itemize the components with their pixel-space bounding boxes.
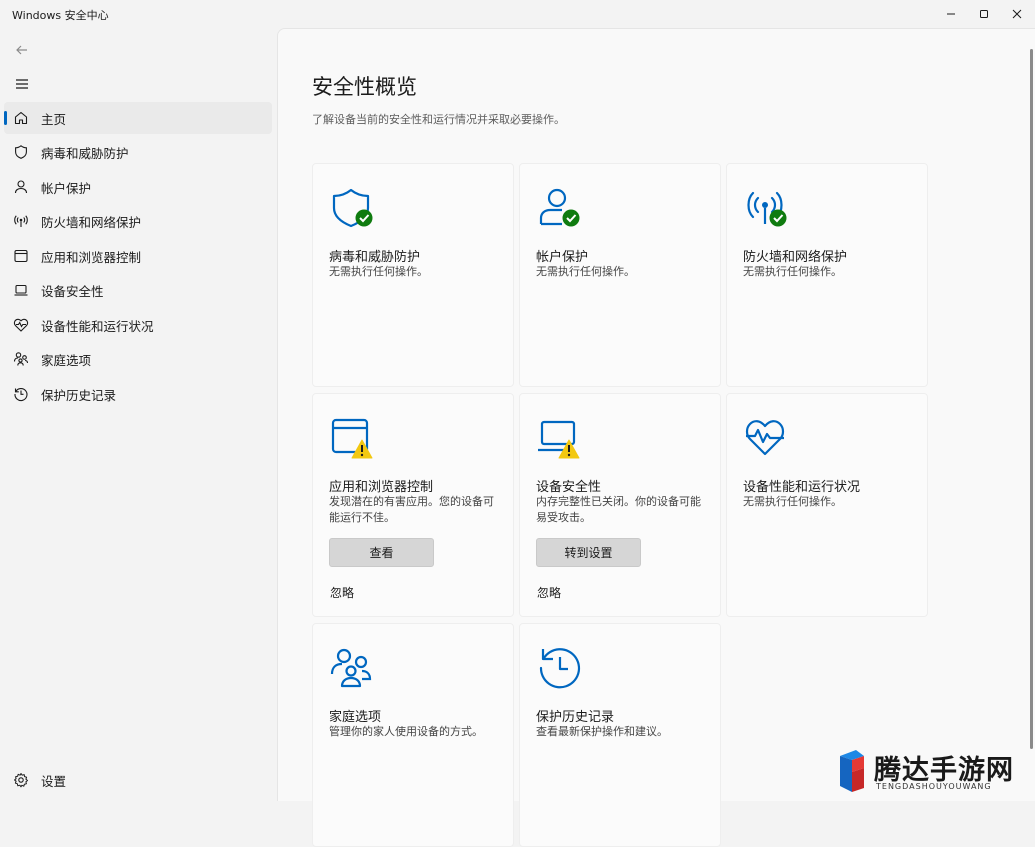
card-description: 无需执行任何操作。	[536, 265, 635, 278]
card-title: 设备性能和运行状况	[743, 480, 861, 495]
sidebar-item-label: 设备安全性	[41, 283, 104, 299]
family-icon	[13, 351, 29, 367]
card-title: 设备安全性	[536, 480, 602, 495]
card-firewall[interactable]: 防火墙和网络保护 无需执行任何操作。	[726, 163, 928, 387]
sidebar-item-label: 保护历史记录	[41, 387, 117, 403]
window-title: Windows 安全中心	[12, 9, 109, 22]
card-account-protection[interactable]: 帐户保护 无需执行任何操作。	[519, 163, 721, 387]
card-app-browser-control[interactable]: 应用和浏览器控制 发现潜在的有害应用。您的设备可能运行不佳。 查看 忽略	[312, 393, 514, 617]
back-arrow-icon	[16, 45, 27, 55]
card-title: 保护历史记录	[536, 710, 615, 725]
card-title: 防火墙和网络保护	[743, 250, 848, 265]
sidebar-item-label: 设置	[41, 773, 67, 789]
sidebar-item-account-protection[interactable]: 帐户保护	[4, 171, 272, 203]
sidebar-item-home[interactable]: 主页	[4, 102, 272, 134]
maximize-icon	[980, 10, 988, 18]
history-icon	[536, 644, 584, 692]
card-description: 无需执行任何操作。	[743, 265, 842, 278]
app-window-icon	[13, 248, 29, 264]
dismiss-link[interactable]: 忽略	[330, 584, 354, 601]
wireless-icon	[13, 213, 29, 229]
wireless-check-icon	[743, 184, 791, 232]
sidebar-item-firewall[interactable]: 防火墙和网络保护	[4, 205, 272, 237]
hamburger-icon	[16, 79, 28, 89]
close-icon	[1012, 9, 1022, 19]
sidebar-item-app-browser-control[interactable]: 应用和浏览器控制	[4, 240, 272, 272]
dismiss-link[interactable]: 忽略	[537, 584, 561, 601]
card-title: 帐户保护	[536, 250, 589, 265]
sidebar: 主页 病毒和威胁防护 帐户保护 防火墙和网络保护 应用和浏览器控制 设备安全性	[0, 28, 276, 800]
sidebar-item-label: 家庭选项	[41, 352, 92, 368]
watermark-logo-icon	[834, 748, 870, 794]
watermark-subtext: TENGDASHOUYOUWANG	[876, 782, 992, 791]
person-check-icon	[536, 184, 584, 232]
card-protection-history[interactable]: 保护历史记录 查看最新保护操作和建议。	[519, 623, 721, 847]
card-title: 病毒和威胁防护	[329, 250, 421, 265]
card-device-performance[interactable]: 设备性能和运行状况 无需执行任何操作。	[726, 393, 928, 617]
title-bar: Windows 安全中心	[0, 0, 1035, 28]
main-content: 安全性概览 了解设备当前的安全性和运行情况并采取必要操作。 病毒和威胁防护 无需…	[277, 28, 1035, 847]
menu-button[interactable]	[8, 74, 36, 94]
card-description: 无需执行任何操作。	[329, 265, 428, 278]
sidebar-item-settings[interactable]: 设置	[4, 764, 272, 796]
heart-pulse-icon	[13, 317, 29, 333]
laptop-icon	[13, 282, 29, 298]
minimize-button[interactable]	[933, 0, 969, 28]
maximize-button[interactable]	[966, 0, 1002, 28]
family-icon	[329, 644, 377, 692]
shield-icon	[13, 144, 29, 160]
go-to-settings-button[interactable]: 转到设置	[536, 538, 641, 567]
watermark: 腾达手游网 TENGDASHOUYOUWANG	[828, 744, 1035, 800]
card-description: 无需执行任何操作。	[743, 495, 842, 508]
card-title: 应用和浏览器控制	[329, 480, 434, 495]
sidebar-item-label: 设备性能和运行状况	[41, 318, 154, 334]
sidebar-item-label: 主页	[41, 111, 67, 127]
card-device-security[interactable]: 设备安全性 内存完整性已关闭。你的设备可能易受攻击。 转到设置 忽略	[519, 393, 721, 617]
gear-icon	[13, 772, 29, 788]
close-button[interactable]	[999, 0, 1035, 28]
card-description: 管理你的家人使用设备的方式。	[329, 725, 483, 738]
page-title: 安全性概览	[312, 75, 417, 99]
minimize-icon	[947, 13, 955, 15]
card-description: 查看最新保护操作和建议。	[536, 725, 668, 738]
card-title: 家庭选项	[329, 710, 382, 725]
sidebar-item-family-options[interactable]: 家庭选项	[4, 343, 272, 375]
laptop-warning-icon	[536, 414, 584, 462]
view-button[interactable]: 查看	[329, 538, 434, 567]
sidebar-item-virus-protection[interactable]: 病毒和威胁防护	[4, 136, 272, 168]
sidebar-item-device-performance[interactable]: 设备性能和运行状况	[4, 309, 272, 341]
shield-check-icon	[329, 184, 377, 232]
card-description: 发现潜在的有害应用。您的设备可能运行不佳。	[329, 495, 494, 524]
scrollbar[interactable]	[1030, 49, 1033, 749]
sidebar-item-device-security[interactable]: 设备安全性	[4, 274, 272, 306]
back-button[interactable]	[8, 40, 36, 60]
person-icon	[13, 179, 29, 195]
sidebar-item-label: 帐户保护	[41, 180, 92, 196]
history-icon	[13, 386, 29, 402]
card-family-options[interactable]: 家庭选项 管理你的家人使用设备的方式。	[312, 623, 514, 847]
sidebar-item-label: 应用和浏览器控制	[41, 249, 142, 265]
heart-pulse-icon	[743, 414, 791, 462]
card-virus-protection[interactable]: 病毒和威胁防护 无需执行任何操作。	[312, 163, 514, 387]
app-window-warning-icon	[329, 414, 377, 462]
sidebar-item-protection-history[interactable]: 保护历史记录	[4, 378, 272, 410]
sidebar-item-label: 防火墙和网络保护	[41, 214, 142, 230]
card-description: 内存完整性已关闭。你的设备可能易受攻击。	[536, 495, 701, 524]
home-icon	[13, 110, 29, 126]
page-subtitle: 了解设备当前的安全性和运行情况并采取必要操作。	[312, 113, 565, 126]
sidebar-item-label: 病毒和威胁防护	[41, 145, 129, 161]
